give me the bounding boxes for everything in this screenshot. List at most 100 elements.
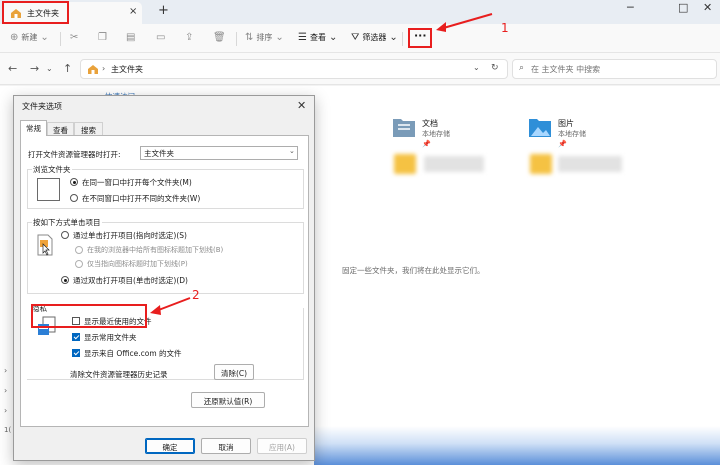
annotation-box-recent (31, 304, 147, 328)
up-button[interactable]: ↑ (63, 62, 72, 75)
group-title: 浏览文件夹 (32, 164, 72, 175)
blurred-folder-name (558, 156, 622, 172)
item-name: 文档 (422, 119, 438, 128)
browse-new-window-radio[interactable] (70, 194, 78, 202)
cancel-button[interactable]: 取消 (201, 438, 251, 454)
paste-button[interactable]: ▤ (126, 32, 135, 43)
view-label: 查看 (309, 33, 326, 42)
rename-button[interactable]: ▭ (156, 32, 165, 43)
double-click-radio[interactable] (61, 276, 69, 284)
back-button[interactable]: ← (8, 62, 17, 75)
empty-favorites-message: 固定一些文件夹，我们将在此处显示它们。 (342, 266, 485, 275)
double-click-label[interactable]: 通过双击打开项目(单击时选定)(D) (73, 275, 188, 286)
breadcrumb[interactable]: 主文件夹 (111, 64, 143, 75)
delete-button[interactable]: 🗑 (213, 32, 226, 43)
expand-chevron-icon[interactable]: › (4, 366, 7, 375)
browse-folders-group: 浏览文件夹 在同一窗口中打开每个文件夹(M) 在不同窗口中打开不同的文件夹(W) (27, 164, 304, 209)
pointer-document-icon (37, 234, 53, 256)
click-items-group: 按如下方式单击项目 通过单击打开项目(指向时选定)(S) 在我的浏览器中给所有图… (27, 217, 304, 294)
home-icon (88, 65, 98, 74)
annotation-number-2: 2 (192, 288, 200, 302)
pin-icon: 📌 (422, 140, 431, 148)
filter-icon: ⛛ (351, 32, 360, 43)
copy-button[interactable]: ❐ (98, 32, 107, 43)
rename-icon: ▭ (156, 32, 166, 43)
browse-same-window-label[interactable]: 在同一窗口中打开每个文件夹(M) (82, 177, 192, 188)
chevron-down-icon: ⌄ (328, 32, 338, 43)
ok-button[interactable]: 确定 (145, 438, 195, 454)
close-window-button[interactable]: ✕ (703, 1, 712, 14)
quick-access-item-documents[interactable]: 文档 本地存储 📌 (392, 116, 532, 156)
copy-icon: ❐ (98, 32, 107, 43)
documents-folder-icon (393, 119, 415, 137)
recent-locations-button[interactable]: ⌄ (46, 64, 53, 73)
minimize-button[interactable]: ─ (627, 1, 634, 14)
underline-browser-label: 在我的浏览器中给所有图标标题加下划线(B) (87, 246, 224, 254)
show-frequent-folders-label[interactable]: 显示常用文件夹 (84, 332, 137, 343)
view-icon: ☰ (298, 32, 307, 43)
tab-general[interactable]: 常规 (20, 120, 47, 136)
clear-history-button[interactable]: 清除(C) (214, 364, 254, 380)
folder-window-illustration-icon (37, 178, 60, 201)
single-click-radio[interactable] (61, 231, 69, 239)
sort-button[interactable]: ⇅ 排序 ⌄ (245, 32, 284, 43)
cut-button[interactable]: ✂ (70, 32, 78, 43)
sort-icon: ⇅ (245, 32, 254, 43)
item-location: 本地存储 (422, 130, 450, 138)
navigation-pane: › › › 1( (0, 86, 14, 465)
restore-defaults-button[interactable]: 还原默认值(R) (191, 392, 265, 408)
forward-button[interactable]: → (30, 62, 39, 75)
blurred-folder-icon (530, 154, 552, 174)
address-dropdown-icon[interactable]: ⌄ (473, 63, 480, 72)
show-frequent-folders-checkbox[interactable] (72, 333, 80, 341)
browse-new-window-label[interactable]: 在不同窗口中打开不同的文件夹(W) (82, 193, 200, 204)
folder-options-dialog: 文件夹选项 ✕ 常规 查看 搜索 打开文件资源管理器时打开: 主文件夹 ⌄ 浏览… (13, 95, 315, 461)
maximize-button[interactable]: □ (678, 1, 688, 14)
group-title: 按如下方式单击项目 (32, 217, 102, 228)
filter-button[interactable]: ⛛ 筛选器 ⌄ (351, 32, 398, 43)
chevron-down-icon: ⌄ (40, 32, 49, 43)
browse-same-window-radio[interactable] (70, 178, 78, 186)
search-input[interactable] (531, 62, 711, 76)
scissors-icon: ✂ (70, 32, 79, 43)
address-bar[interactable]: › 主文件夹 ⌄ ↻ (80, 59, 508, 79)
separator (236, 32, 237, 46)
show-office-files-label[interactable]: 显示来自 Office.com 的文件 (84, 348, 182, 359)
pictures-folder-icon (529, 119, 551, 137)
open-with-dropdown[interactable]: 主文件夹 (140, 146, 298, 160)
annotation-box-more (408, 28, 432, 48)
title-bar: 主文件夹 × + ─ □ ✕ (0, 0, 720, 24)
new-tab-button[interactable]: + (158, 3, 169, 18)
refresh-icon[interactable]: ↻ (491, 63, 499, 73)
single-click-label[interactable]: 通过单击打开项目(指向时选定)(S) (73, 230, 187, 241)
annotation-box-tab (2, 1, 69, 24)
chevron-down-icon: ⌄ (389, 32, 398, 43)
nav-item-label: 1( (4, 426, 12, 434)
expand-chevron-icon[interactable]: › (4, 386, 7, 395)
address-bar-row: ← → ⌄ ↑ › 主文件夹 ⌄ ↻ ⌕ (0, 53, 720, 85)
paste-icon: ▤ (126, 32, 136, 43)
share-button[interactable]: ⇪ (185, 32, 193, 43)
apply-button: 应用(A) (257, 438, 307, 454)
item-name: 图片 (558, 119, 574, 128)
quick-access-item-pictures[interactable]: 图片 本地存储 📌 (528, 116, 668, 156)
expand-chevron-icon[interactable]: › (4, 406, 7, 415)
blurred-folder-name (424, 156, 484, 172)
sort-label: 排序 (256, 33, 273, 42)
tab-search[interactable]: 搜索 (74, 122, 103, 135)
new-button[interactable]: ⊕ 新建 ⌄ (10, 32, 49, 43)
view-button[interactable]: ☰ 查看 ⌄ (298, 32, 337, 43)
trash-icon: 🗑 (213, 32, 226, 43)
tab-close-icon[interactable]: × (129, 6, 137, 17)
separator (402, 32, 403, 46)
dialog-close-button[interactable]: ✕ (297, 99, 306, 112)
show-office-files-checkbox[interactable] (72, 349, 80, 357)
search-box[interactable]: ⌕ (512, 59, 717, 79)
underline-hover-label: 仅当指向图标标题时加下划线(P) (87, 260, 188, 268)
blurred-folder-icon (394, 154, 416, 174)
tab-view[interactable]: 查看 (47, 122, 74, 135)
plus-circle-icon: ⊕ (10, 32, 19, 43)
command-bar: ⊕ 新建 ⌄ ✂ ❐ ▤ ▭ ⇪ 🗑 ⇅ 排序 ⌄ ☰ 查看 ⌄ ⛛ 筛选器 ⌄… (0, 24, 720, 53)
share-icon: ⇪ (185, 32, 194, 43)
item-location: 本地存储 (558, 130, 586, 138)
